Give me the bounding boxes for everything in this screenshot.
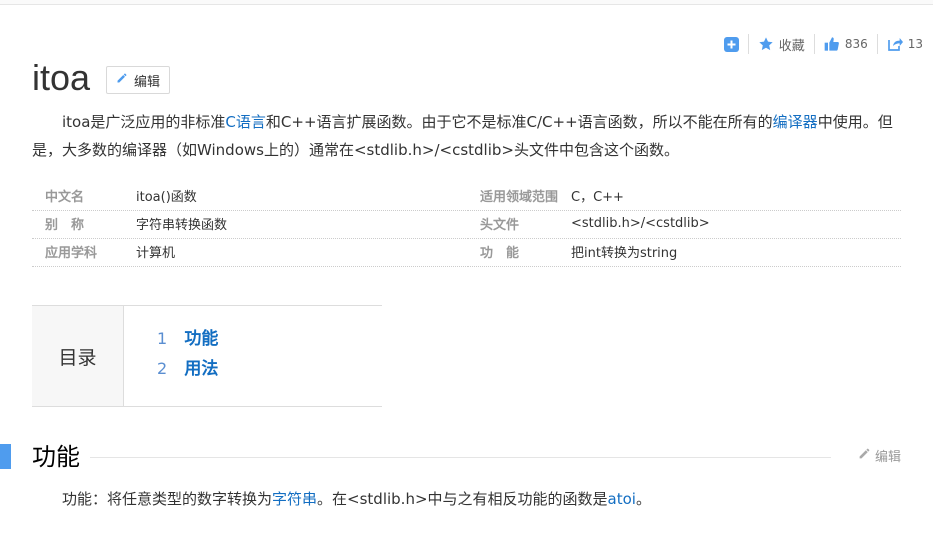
- title-row: itoa 编辑: [32, 57, 171, 98]
- summary-text: itoa是广泛应用的非标准: [62, 113, 226, 131]
- table-of-contents: 目录 1 功能 2 用法: [32, 305, 382, 407]
- like-count: 836: [844, 37, 868, 51]
- section-edit-button[interactable]: 编辑: [858, 446, 901, 465]
- section-text: 。在<stdlib.h>中与之有相反功能的函数是: [317, 490, 608, 508]
- section-body: 功能：将任意类型的数字转换为字符串。在<stdlib.h>中与之有相反功能的函数…: [32, 485, 902, 513]
- info-cell: 应用学科 计算机: [32, 238, 466, 267]
- string-link[interactable]: 字符串: [272, 490, 317, 508]
- info-cell: 适用领域范围 C，C++: [467, 182, 901, 211]
- info-value: 把int转换为string: [571, 246, 678, 261]
- toc-item-number: 2: [157, 359, 168, 378]
- atoi-link[interactable]: atoi: [608, 490, 636, 508]
- pencil-icon: [858, 447, 871, 464]
- section-divider: [90, 457, 831, 458]
- info-key: 适用领域范围: [480, 190, 559, 205]
- info-value: itoa()函数: [136, 190, 197, 205]
- section-text: 。: [635, 490, 651, 508]
- compiler-link[interactable]: 编译器: [773, 113, 818, 131]
- share-icon: [887, 36, 903, 52]
- like-button[interactable]: 836: [815, 34, 877, 54]
- info-value: C，C++: [571, 190, 624, 205]
- toc-item[interactable]: 2 用法: [157, 354, 218, 384]
- info-key: 头文件: [480, 218, 520, 233]
- summary-paragraph: itoa是广泛应用的非标准C语言和C++语言扩展函数。由于它不是标准C/C++语…: [32, 108, 902, 164]
- info-value: 字符串转换函数: [136, 218, 228, 233]
- info-cell: 中文名 itoa()函数: [32, 182, 466, 211]
- star-icon: [758, 36, 774, 52]
- toc-item[interactable]: 1 功能: [157, 324, 218, 354]
- c-language-link[interactable]: C语言: [225, 113, 265, 131]
- toc-item-link[interactable]: 用法: [184, 359, 218, 379]
- edit-label: 编辑: [134, 74, 161, 90]
- plus-square-icon: [723, 36, 739, 52]
- toc-item-link[interactable]: 功能: [184, 329, 218, 349]
- collect-button[interactable]: 收藏: [749, 34, 814, 54]
- info-row: 应用学科 计算机 功 能 把int转换为string: [32, 238, 901, 267]
- info-key: 中文名: [45, 190, 85, 205]
- collect-label: 收藏: [778, 38, 805, 54]
- info-cell: 头文件 <stdlib.h>/<cstdlib>: [467, 210, 901, 239]
- section-marker: [0, 444, 11, 469]
- top-border: [0, 0, 933, 5]
- share-count: 13: [907, 37, 923, 51]
- toc-list: 1 功能 2 用法: [124, 306, 218, 406]
- edit-button[interactable]: 编辑: [106, 66, 171, 94]
- section-title: 功能: [32, 443, 80, 471]
- info-cell: 功 能 把int转换为string: [467, 238, 901, 267]
- page-title: itoa: [32, 57, 91, 98]
- info-key: 应用学科: [45, 246, 98, 261]
- thumbs-up-icon: [824, 36, 840, 52]
- toolbar: 收藏 836 13: [723, 34, 923, 54]
- pencil-icon: [116, 72, 128, 88]
- info-value: <stdlib.h>/<cstdlib>: [571, 216, 710, 231]
- info-value: 计算机: [136, 246, 176, 261]
- basic-info-box: 中文名 itoa()函数 适用领域范围 C，C++ 别 称 字符串转换函数 头文…: [32, 182, 901, 267]
- info-row: 别 称 字符串转换函数 头文件 <stdlib.h>/<cstdlib>: [32, 210, 901, 239]
- info-row: 中文名 itoa()函数 适用领域范围 C，C++: [32, 182, 901, 211]
- summary-text: 和C++语言扩展函数。由于它不是标准C/C++语言函数，所以不能在所有的: [265, 113, 773, 131]
- info-key: 别 称: [45, 218, 85, 233]
- section-edit-label: 编辑: [874, 450, 901, 465]
- toc-label: 目录: [32, 306, 124, 406]
- share-button[interactable]: 13: [878, 34, 923, 54]
- info-cell: 别 称 字符串转换函数: [32, 210, 466, 239]
- add-to-list-button[interactable]: [723, 34, 748, 54]
- section-text: 功能：将任意类型的数字转换为: [62, 490, 273, 508]
- info-key: 功 能: [480, 246, 520, 261]
- toc-item-number: 1: [157, 329, 168, 348]
